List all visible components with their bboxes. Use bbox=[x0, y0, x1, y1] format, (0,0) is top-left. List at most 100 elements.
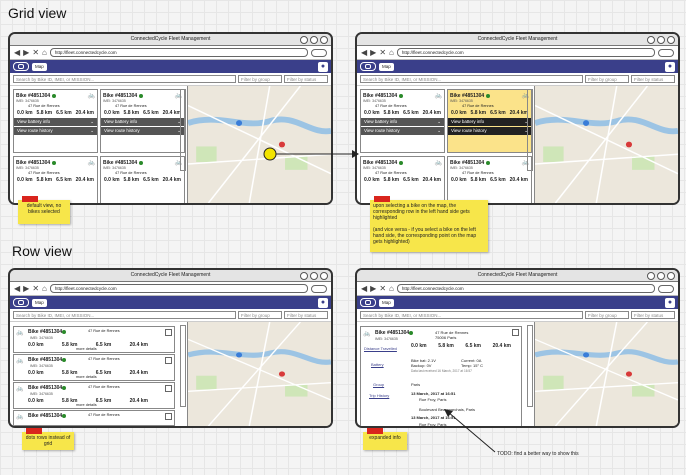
window-control[interactable] bbox=[667, 36, 675, 44]
search-input[interactable]: Search by Bike ID, IMEI, or MISSION... bbox=[360, 311, 583, 319]
row-checkbox[interactable] bbox=[165, 413, 172, 420]
user-icon[interactable]: ● bbox=[665, 297, 675, 308]
window-control[interactable] bbox=[320, 272, 328, 280]
route-history-button[interactable]: View route history ⌄ bbox=[448, 126, 531, 135]
bike-card[interactable]: Bike #4851304 🚲 IMEI: 3476635 47 Rue de R… bbox=[100, 89, 185, 153]
back-icon[interactable]: ◀ bbox=[361, 284, 367, 293]
more-details-link[interactable]: more details bbox=[76, 403, 97, 407]
home-icon[interactable]: ⌂ bbox=[42, 284, 47, 293]
bike-row[interactable]: 🚲 Bike #4851304 IMEI: 3476635 47 Rue de Ren… bbox=[13, 354, 175, 381]
user-icon[interactable]: ● bbox=[665, 61, 675, 72]
url-go-button[interactable] bbox=[311, 284, 327, 293]
scrollbar[interactable] bbox=[527, 325, 533, 407]
window-control[interactable] bbox=[310, 36, 318, 44]
forward-icon[interactable]: ▶ bbox=[23, 48, 29, 57]
user-icon[interactable]: ● bbox=[318, 61, 328, 72]
url-go-button[interactable] bbox=[311, 48, 327, 57]
close-icon[interactable]: ✕ bbox=[32, 48, 39, 57]
forward-icon[interactable]: ▶ bbox=[370, 48, 376, 57]
search-input[interactable]: Search by Bike ID, IMEI, or MISSION... bbox=[13, 311, 236, 319]
url-bar[interactable]: http://fleet.connectedcycle.com bbox=[396, 284, 655, 293]
map-panel[interactable] bbox=[535, 86, 678, 203]
bike-card[interactable]: Bike #4851304 🚲 IMEI: 3476635 47 Rue de R… bbox=[13, 89, 98, 153]
close-icon[interactable]: ✕ bbox=[32, 284, 39, 293]
close-icon[interactable]: ✕ bbox=[379, 48, 386, 57]
map-panel[interactable] bbox=[535, 322, 678, 426]
bike-row[interactable]: 🚲 Bike #4851304 IMEI: 3476635 47 Rue de Ren… bbox=[13, 382, 175, 409]
filter-group-select[interactable]: Filter by group bbox=[585, 75, 629, 83]
url-bar[interactable]: http://fleet.connectedcycle.com bbox=[396, 48, 655, 57]
map-select[interactable]: Map bbox=[32, 62, 47, 71]
bike-card[interactable]: Bike #4851304 🚲 IMEI: 3476635 47 Rue de R… bbox=[360, 156, 445, 203]
filter-status-select[interactable]: Filter by status bbox=[631, 311, 675, 319]
search-input[interactable]: Search by Bike ID, IMEI, or MISSION... bbox=[360, 75, 583, 83]
window-control[interactable] bbox=[310, 272, 318, 280]
bike-stats: 0.0 km 5.8 km 6.5 km 20.4 km bbox=[448, 109, 531, 117]
map-panel[interactable] bbox=[188, 322, 331, 426]
more-details-link[interactable]: more details bbox=[76, 347, 97, 351]
status-dot bbox=[399, 160, 404, 165]
map-select[interactable]: Map bbox=[379, 62, 394, 71]
map-select[interactable]: Map bbox=[32, 298, 47, 307]
filter-group-select[interactable]: Filter by group bbox=[238, 75, 282, 83]
bike-row[interactable]: 🚲 Bike #4851304 IMEI: 3476635 47 Rue de Ren… bbox=[13, 326, 175, 353]
bike-id: Bike #4851304 bbox=[103, 92, 138, 99]
back-icon[interactable]: ◀ bbox=[14, 48, 20, 57]
more-details-link[interactable]: more details bbox=[76, 375, 97, 379]
bike-card[interactable]: Bike #4851304 🚲 IMEI: 3476635 47 Rue de R… bbox=[447, 156, 532, 203]
map-select[interactable]: Map bbox=[379, 298, 394, 307]
close-icon[interactable]: ✕ bbox=[379, 284, 386, 293]
logo-icon bbox=[13, 62, 29, 71]
filter-group-select[interactable]: Filter by group bbox=[585, 311, 629, 319]
route-history-button[interactable]: View route history ⌄ bbox=[14, 126, 97, 135]
url-bar[interactable]: http://fleet.connectedcycle.com bbox=[49, 284, 308, 293]
back-icon[interactable]: ◀ bbox=[14, 284, 20, 293]
search-input[interactable]: Search by Bike ID, IMEI, or MISSION... bbox=[13, 75, 236, 83]
window-control[interactable] bbox=[657, 36, 665, 44]
stat-week: 5.8 km bbox=[123, 176, 140, 183]
bike-card-selected[interactable]: Bike #4851304 🚲 IMEI: 3476635 47 Rue de R… bbox=[447, 89, 532, 153]
home-icon[interactable]: ⌂ bbox=[42, 48, 47, 57]
window-control[interactable] bbox=[647, 272, 655, 280]
bike-row[interactable]: 🚲 Bike #4851304 47 Rue de Rennes bbox=[13, 410, 175, 426]
url-go-button[interactable] bbox=[658, 284, 674, 293]
row-checkbox[interactable] bbox=[165, 385, 172, 392]
trip-history-link[interactable]: Trip History bbox=[369, 393, 389, 398]
window-control[interactable] bbox=[300, 272, 308, 280]
filter-group-select[interactable]: Filter by group bbox=[238, 311, 282, 319]
distance-link[interactable]: Distance Travelled bbox=[364, 346, 397, 351]
home-icon[interactable]: ⌂ bbox=[389, 48, 394, 57]
forward-icon[interactable]: ▶ bbox=[370, 284, 376, 293]
back-icon[interactable]: ◀ bbox=[361, 48, 367, 57]
window-control[interactable] bbox=[647, 36, 655, 44]
filter-status-select[interactable]: Filter by status bbox=[284, 311, 328, 319]
bike-card[interactable]: Bike #4851304 🚲 IMEI: 3476635 47 Rue de R… bbox=[100, 156, 185, 203]
battery-info-button[interactable]: View battery info ⌄ bbox=[448, 117, 531, 126]
window-control[interactable] bbox=[657, 272, 665, 280]
url-bar[interactable]: http://fleet.connectedcycle.com bbox=[49, 48, 308, 57]
row-checkbox[interactable] bbox=[512, 329, 519, 336]
route-history-button[interactable]: View route history ⌄ bbox=[361, 126, 444, 135]
battery-info-button[interactable]: View battery info ⌄ bbox=[101, 117, 184, 126]
window-control[interactable] bbox=[320, 36, 328, 44]
user-icon[interactable]: ● bbox=[318, 297, 328, 308]
bike-id: Bike #4851304 bbox=[28, 329, 63, 335]
row-checkbox[interactable] bbox=[165, 357, 172, 364]
battery-info-button[interactable]: View battery info ⌄ bbox=[14, 117, 97, 126]
home-icon[interactable]: ⌂ bbox=[389, 284, 394, 293]
battery-info-button[interactable]: View battery info ⌄ bbox=[361, 117, 444, 126]
bike-card[interactable]: Bike #4851304 🚲 IMEI: 3476635 47 Rue de R… bbox=[360, 89, 445, 153]
scrollbar[interactable] bbox=[180, 89, 186, 171]
battery-link[interactable]: Battery bbox=[371, 362, 384, 367]
window-control[interactable] bbox=[667, 272, 675, 280]
filter-status-select[interactable]: Filter by status bbox=[284, 75, 328, 83]
scrollbar[interactable] bbox=[180, 325, 186, 407]
scrollbar[interactable] bbox=[527, 89, 533, 171]
window-control[interactable] bbox=[300, 36, 308, 44]
group-link[interactable]: Group bbox=[373, 382, 384, 387]
row-checkbox[interactable] bbox=[165, 329, 172, 336]
filter-status-select[interactable]: Filter by status bbox=[631, 75, 675, 83]
url-go-button[interactable] bbox=[658, 48, 674, 57]
route-history-button[interactable]: View route history ⌄ bbox=[101, 126, 184, 135]
forward-icon[interactable]: ▶ bbox=[23, 284, 29, 293]
